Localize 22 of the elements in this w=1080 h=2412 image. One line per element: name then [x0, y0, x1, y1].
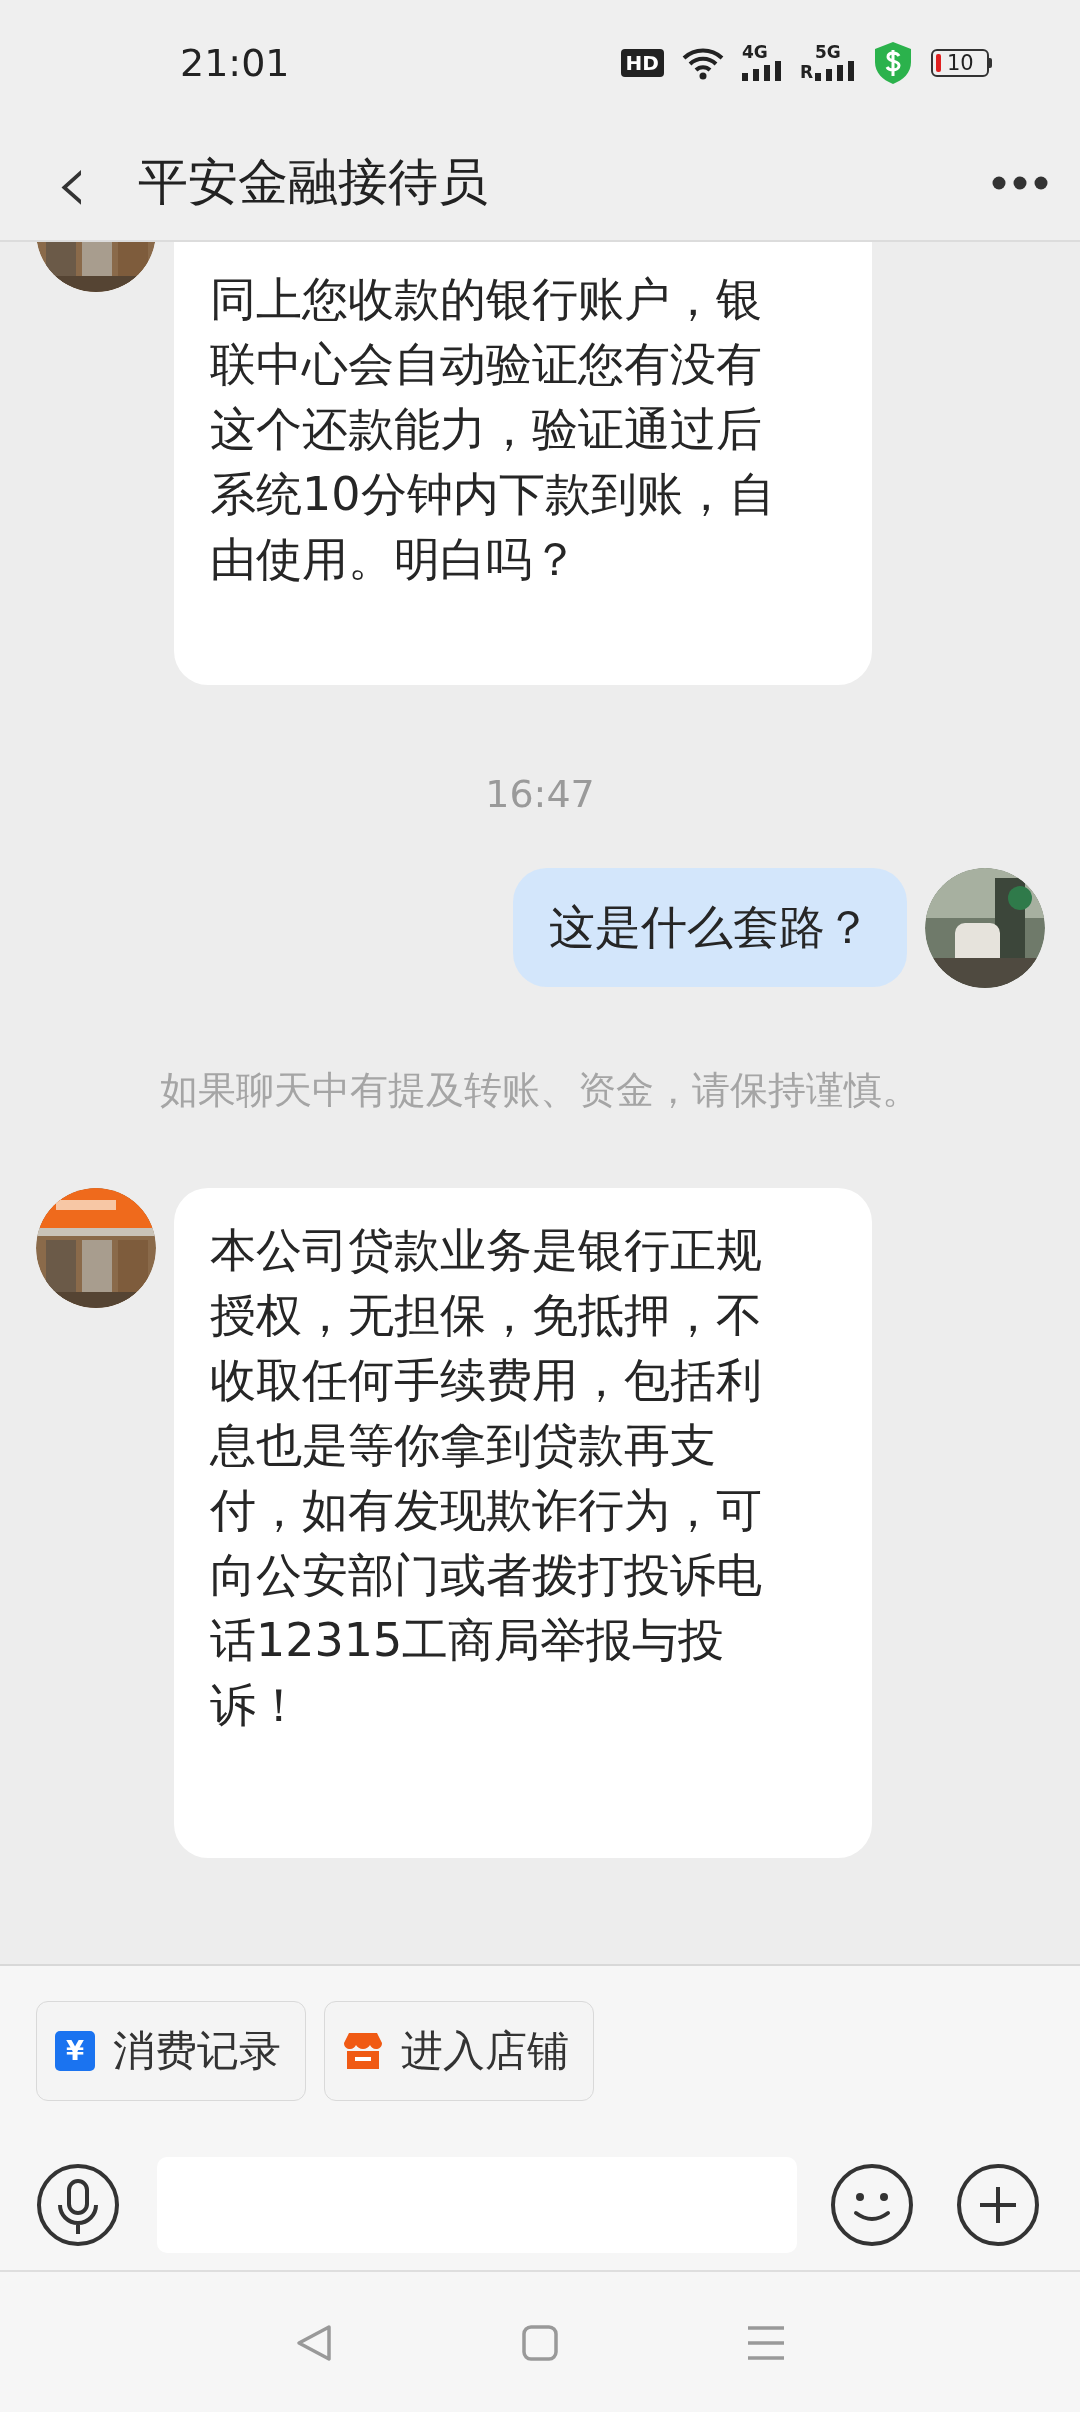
back-button[interactable]: ‹ — [42, 137, 102, 228]
add-button[interactable] — [956, 2163, 1040, 2247]
safety-notice: 如果聊天中有提及转账、资金，请保持谨慎。 — [159, 1067, 921, 1114]
emoji-button[interactable] — [830, 2163, 914, 2247]
message-bubble: 本公司贷款业务是银行正规授权，无担保，免抵押，不收取任何手续费用，包括利息也是等你拿到贷款再支付，如有发现欺诈行为，可向公安部门或者拨打投诉电话12315工商局举报与投诉！ — [174, 1188, 872, 1858]
back-button[interactable] — [294, 2324, 333, 2362]
security-shield-icon — [873, 40, 913, 85]
quick-action-button[interactable]: ¥ 消费记录 — [36, 2001, 306, 2101]
more-icon — [992, 175, 1048, 190]
chat-title: 平安金融接待员 — [138, 152, 489, 213]
hd-voice-badge: HD — [620, 48, 664, 77]
menu-button[interactable] — [747, 2325, 786, 2361]
battery-indicator: 10 — [931, 48, 989, 77]
shop-icon — [343, 2031, 383, 2071]
message-bubble: 这是什么套路？ — [513, 868, 907, 987]
bill-icon: ¥ — [55, 2031, 95, 2071]
quick-action-button[interactable]: 进入店铺 — [324, 2001, 594, 2101]
message-bubble: 同上您收款的银行账户，银联中心会自动验证您有没有这个还款能力，验证通过后系统10分钟内下款到账，自由使用。明白吗？ — [174, 242, 872, 685]
voice-button[interactable] — [36, 2163, 120, 2247]
clock-time: 21:01 — [180, 40, 291, 85]
timestamp: 16:47 — [484, 771, 596, 818]
home-button[interactable] — [522, 2325, 558, 2361]
